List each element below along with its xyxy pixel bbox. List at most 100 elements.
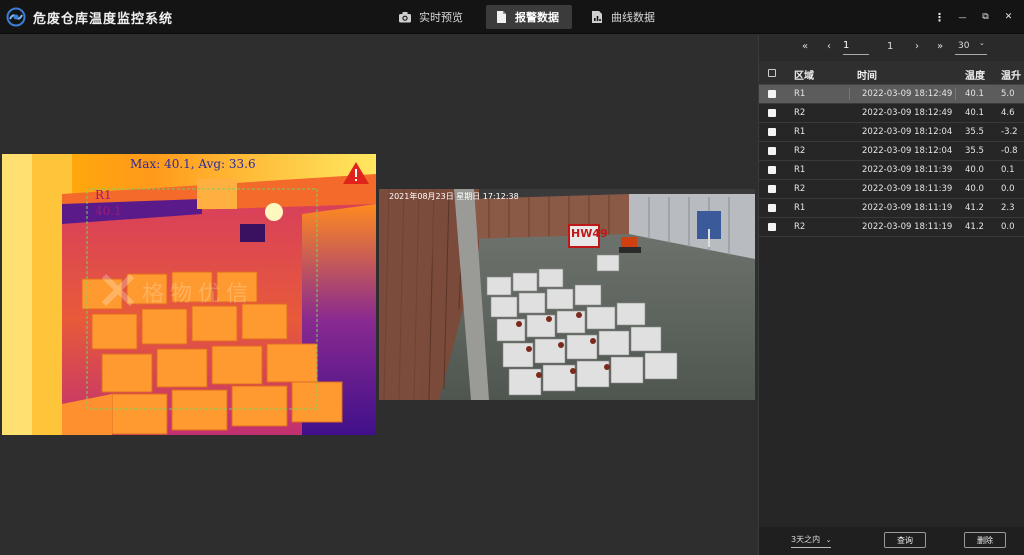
cell-rise: 5.0 <box>1001 89 1015 99</box>
cell-area: R1 <box>794 89 806 99</box>
more-menu-button[interactable]: ⋮ <box>928 6 951 28</box>
table-header: 区域 时间 温度 温升 <box>759 61 1024 85</box>
row-checkbox[interactable] <box>768 109 776 117</box>
column-temp[interactable]: 温度 <box>965 67 987 82</box>
minimize-button[interactable]: — <box>951 6 974 28</box>
alarm-data-panel: « ‹ 1 1 › » 30 ⌄ 区域 时间 温度 温升 R1 2022-03-… <box>758 35 1024 555</box>
tab-alarm-data[interactable]: 报警数据 <box>486 5 572 29</box>
query-button[interactable]: 查询 <box>884 532 926 548</box>
cell-rise: 0.0 <box>1001 222 1015 232</box>
table-row[interactable]: R2 2022-03-09 18:12:04 35.5 -0.8 <box>759 142 1024 161</box>
column-area[interactable]: 区域 <box>794 67 814 82</box>
cell-area: R1 <box>794 203 806 213</box>
row-checkbox[interactable] <box>768 185 776 193</box>
image-viewer: Max: 40.1, Avg: 33.6 R1 40.1 格物优信 2021年0… <box>0 35 758 555</box>
cell-area: R2 <box>794 108 806 118</box>
cell-rise: -3.2 <box>1001 127 1018 137</box>
alarm-table-body: R1 2022-03-09 18:12:49 40.1 5.0 R2 2022-… <box>759 85 1024 237</box>
region-value: 40.1 <box>95 204 122 218</box>
cell-time: 2022-03-09 18:12:04 <box>862 146 953 156</box>
cell-temp: 40.1 <box>965 108 984 118</box>
watermark: 格物优信 <box>142 282 255 307</box>
camera-image[interactable]: 2021年08月23日 星期日 17:12:38 HW49 <box>379 189 755 400</box>
prev-page-button[interactable]: ‹ <box>827 41 831 52</box>
table-row[interactable]: R2 2022-03-09 18:11:39 40.0 0.0 <box>759 180 1024 199</box>
document-icon <box>497 11 506 23</box>
tab-bar: 实时预览 报警数据 曲线数据 <box>390 5 668 29</box>
table-row[interactable]: R1 2022-03-09 18:11:39 40.0 0.1 <box>759 161 1024 180</box>
tab-label: 实时预览 <box>419 11 463 24</box>
cell-temp: 41.2 <box>965 203 984 213</box>
cell-rise: -0.8 <box>1001 146 1018 156</box>
app-window: 危废仓库温度监控系统 实时预览 报警数据 曲线数据 ⋮ — ⧉ ✕ Max: 4… <box>0 0 1024 555</box>
row-checkbox[interactable] <box>768 147 776 155</box>
pagination-bar: « ‹ 1 1 › » 30 ⌄ <box>759 35 1024 61</box>
cell-time: 2022-03-09 18:11:39 <box>862 165 953 175</box>
table-row[interactable]: R2 2022-03-09 18:12:49 40.1 4.6 <box>759 104 1024 123</box>
cell-rise: 0.1 <box>1001 165 1015 175</box>
row-checkbox[interactable] <box>768 223 776 231</box>
panel-footer: 3天之内 ⌄ 查询 删除 <box>759 527 1024 555</box>
cell-rise: 4.6 <box>1001 108 1015 118</box>
cell-area: R2 <box>794 146 806 156</box>
row-checkbox[interactable] <box>768 166 776 174</box>
cell-time: 2022-03-09 18:12:49 <box>862 108 953 118</box>
cell-time: 2022-03-09 18:11:19 <box>862 222 953 232</box>
row-checkbox[interactable] <box>768 204 776 212</box>
total-pages: 1 <box>887 41 894 52</box>
column-divider <box>955 88 956 100</box>
column-rise[interactable]: 温升 <box>1001 67 1023 82</box>
cell-area: R1 <box>794 127 806 137</box>
row-checkbox[interactable] <box>768 90 776 98</box>
table-row[interactable]: R1 2022-03-09 18:11:19 41.2 2.3 <box>759 199 1024 218</box>
cell-area: R1 <box>794 165 806 175</box>
cell-rise: 0.0 <box>1001 184 1015 194</box>
delete-button[interactable]: 删除 <box>964 532 1006 548</box>
cell-temp: 40.0 <box>965 165 984 175</box>
page-size-value: 30 <box>958 41 970 51</box>
column-time[interactable]: 时间 <box>857 67 877 82</box>
next-page-button[interactable]: › <box>915 41 919 52</box>
select-all-checkbox[interactable] <box>768 69 776 77</box>
row-checkbox[interactable] <box>768 128 776 136</box>
window-controls: ⋮ — ⧉ ✕ <box>928 6 1020 28</box>
page-size-select[interactable]: 30 ⌄ <box>955 39 987 55</box>
hazard-sign: HW49 <box>571 227 608 240</box>
cell-time: 2022-03-09 18:11:19 <box>862 203 953 213</box>
thermal-summary: Max: 40.1, Avg: 33.6 <box>130 157 256 171</box>
cell-time: 2022-03-09 18:11:39 <box>862 184 953 194</box>
cell-temp: 40.1 <box>965 89 984 99</box>
first-page-button[interactable]: « <box>802 41 808 52</box>
tab-curve-data[interactable]: 曲线数据 <box>582 5 668 29</box>
chevron-down-icon: ⌄ <box>979 39 985 47</box>
page-number-input[interactable]: 1 <box>843 40 869 55</box>
thermal-image[interactable]: Max: 40.1, Avg: 33.6 R1 40.1 格物优信 <box>2 154 376 435</box>
last-page-button[interactable]: » <box>937 41 943 52</box>
tab-live-preview[interactable]: 实时预览 <box>390 5 476 29</box>
cell-time: 2022-03-09 18:12:04 <box>862 127 953 137</box>
cell-area: R2 <box>794 184 806 194</box>
table-row[interactable]: R2 2022-03-09 18:11:19 41.2 0.0 <box>759 218 1024 237</box>
region-label: R1 <box>95 188 112 202</box>
cell-temp: 40.0 <box>965 184 984 194</box>
camera-scene <box>379 189 755 400</box>
date-range-select[interactable]: 3天之内 ⌄ <box>791 534 832 548</box>
table-row[interactable]: R1 2022-03-09 18:12:04 35.5 -3.2 <box>759 123 1024 142</box>
title-bar: 危废仓库温度监控系统 实时预览 报警数据 曲线数据 ⋮ — ⧉ ✕ <box>0 0 1024 34</box>
close-button[interactable]: ✕ <box>997 6 1020 28</box>
cell-rise: 2.3 <box>1001 203 1015 213</box>
cell-temp: 41.2 <box>965 222 984 232</box>
app-title: 危废仓库温度监控系统 <box>33 12 174 27</box>
cell-temp: 35.5 <box>965 127 984 137</box>
date-range-value: 3天之内 <box>791 535 821 544</box>
cell-area: R2 <box>794 222 806 232</box>
chart-icon <box>592 11 602 23</box>
chevron-down-icon: ⌄ <box>825 536 832 544</box>
table-row[interactable]: R1 2022-03-09 18:12:49 40.1 5.0 <box>759 85 1024 104</box>
tab-label: 报警数据 <box>515 11 559 24</box>
app-logo-icon <box>6 7 26 27</box>
tab-label: 曲线数据 <box>611 11 655 24</box>
restore-button[interactable]: ⧉ <box>974 6 997 28</box>
camera-icon <box>399 12 411 23</box>
column-divider <box>849 88 850 100</box>
